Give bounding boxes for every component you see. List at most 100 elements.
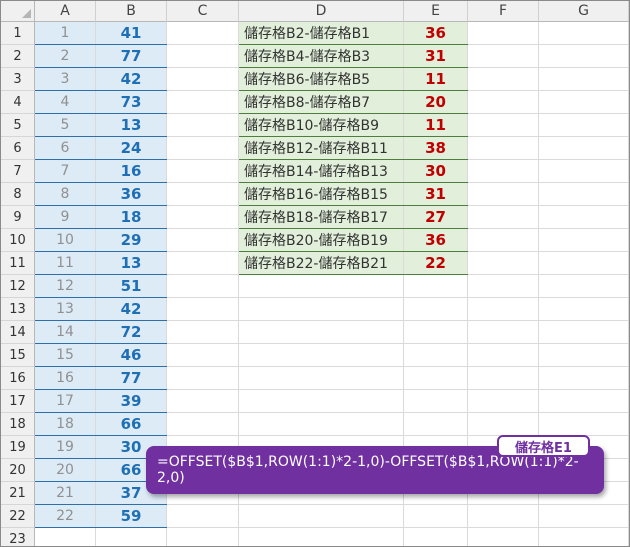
row-header[interactable]: 16 [1, 367, 35, 390]
cell-d[interactable]: 儲存格B20-儲存格B19 [239, 229, 403, 251]
column-header-g[interactable]: G [539, 1, 629, 22]
cell-a[interactable]: 22 [35, 505, 95, 527]
cell-b[interactable]: 42 [96, 298, 166, 320]
row-header[interactable]: 9 [1, 206, 35, 229]
cell-b[interactable]: 73 [96, 91, 166, 113]
cell-b[interactable]: 51 [96, 275, 166, 297]
cell-e[interactable]: 36 [404, 22, 467, 44]
cell-e[interactable]: 30 [404, 160, 467, 182]
cell-a[interactable]: 21 [35, 482, 95, 504]
cell-a[interactable]: 14 [35, 321, 95, 343]
row-header[interactable]: 10 [1, 229, 35, 252]
cell-a[interactable]: 2 [35, 45, 95, 67]
select-all-corner[interactable] [1, 1, 35, 22]
cell-e[interactable]: 27 [404, 206, 467, 228]
callout-cell-label: 儲存格E1 [497, 435, 590, 457]
cell-a[interactable]: 3 [35, 68, 95, 90]
cell-bottom-border [239, 274, 468, 275]
cell-a[interactable]: 15 [35, 344, 95, 366]
cell-a[interactable]: 18 [35, 413, 95, 435]
row-header[interactable]: 2 [1, 45, 35, 68]
cell-b[interactable]: 36 [96, 183, 166, 205]
select-all-triangle-icon [22, 9, 31, 18]
column-header-c[interactable]: C [167, 1, 239, 22]
cell-b[interactable]: 13 [96, 114, 166, 136]
row-header[interactable]: 11 [1, 252, 35, 275]
cell-a[interactable]: 13 [35, 298, 95, 320]
row-header[interactable]: 21 [1, 482, 35, 505]
cell-b[interactable]: 29 [96, 229, 166, 251]
formula-text: =OFFSET($B$1,ROW(1:1)*2-1,0)-OFFSET($B$1… [157, 454, 579, 486]
cell-e[interactable]: 11 [404, 114, 467, 136]
cell-a[interactable]: 5 [35, 114, 95, 136]
cell-e[interactable]: 22 [404, 252, 467, 274]
cell-b[interactable]: 39 [96, 390, 166, 412]
cell-e[interactable]: 36 [404, 229, 467, 251]
cell-d[interactable]: 儲存格B10-儲存格B9 [239, 114, 403, 136]
row-header[interactable]: 19 [1, 436, 35, 459]
cell-a[interactable]: 19 [35, 436, 95, 458]
cell-a[interactable]: 17 [35, 390, 95, 412]
row-header[interactable]: 5 [1, 114, 35, 137]
cell-b[interactable]: 72 [96, 321, 166, 343]
cell-d[interactable]: 儲存格B22-儲存格B21 [239, 252, 403, 274]
row-header[interactable]: 12 [1, 275, 35, 298]
row-header[interactable]: 14 [1, 321, 35, 344]
cell-b[interactable]: 77 [96, 45, 166, 67]
row-header[interactable]: 3 [1, 68, 35, 91]
cell-b[interactable]: 66 [96, 413, 166, 435]
cell-d[interactable]: 儲存格B18-儲存格B17 [239, 206, 403, 228]
row-header[interactable]: 6 [1, 137, 35, 160]
cell-e[interactable]: 31 [404, 45, 467, 67]
row-header[interactable]: 22 [1, 505, 35, 528]
cell-b[interactable]: 41 [96, 22, 166, 44]
cell-a[interactable]: 10 [35, 229, 95, 251]
cell-a[interactable]: 7 [35, 160, 95, 182]
row-header[interactable]: 8 [1, 183, 35, 206]
cell-b[interactable]: 42 [96, 68, 166, 90]
row-header[interactable]: 20 [1, 459, 35, 482]
cell-b[interactable]: 77 [96, 367, 166, 389]
spreadsheet: ABCDEFG 1 2 3 4 5 6 7 8 9 10 11 12 13 14 15 16 17 18 19 20 2… [0, 0, 630, 547]
cell-d[interactable]: 儲存格B2-儲存格B1 [239, 22, 403, 44]
cell-b[interactable]: 13 [96, 252, 166, 274]
cell-a[interactable]: 12 [35, 275, 95, 297]
row-header[interactable]: 4 [1, 91, 35, 114]
cell-b[interactable]: 24 [96, 137, 166, 159]
column-header-d[interactable]: D [239, 1, 404, 22]
cell-a[interactable]: 4 [35, 91, 95, 113]
cell-a[interactable]: 11 [35, 252, 95, 274]
cell-a[interactable]: 1 [35, 22, 95, 44]
cell-b[interactable]: 59 [96, 505, 166, 527]
cell-d[interactable]: 儲存格B16-儲存格B15 [239, 183, 403, 205]
cell-b[interactable]: 16 [96, 160, 166, 182]
cell-b[interactable]: 18 [96, 206, 166, 228]
cell-b[interactable]: 46 [96, 344, 166, 366]
row-header[interactable]: 23 [1, 528, 35, 546]
cell-d[interactable]: 儲存格B4-儲存格B3 [239, 45, 403, 67]
cell-e[interactable]: 31 [404, 183, 467, 205]
row-header[interactable]: 18 [1, 413, 35, 436]
row-header[interactable]: 15 [1, 344, 35, 367]
cell-a[interactable]: 6 [35, 137, 95, 159]
cell-d[interactable]: 儲存格B14-儲存格B13 [239, 160, 403, 182]
column-header-f[interactable]: F [468, 1, 539, 22]
cell-a[interactable]: 8 [35, 183, 95, 205]
cell-a[interactable]: 16 [35, 367, 95, 389]
column-header-e[interactable]: E [404, 1, 468, 22]
cell-e[interactable]: 20 [404, 91, 467, 113]
row-header[interactable]: 1 [1, 22, 35, 45]
cell-d[interactable]: 儲存格B6-儲存格B5 [239, 68, 403, 90]
row-header[interactable]: 17 [1, 390, 35, 413]
gridline-vertical [628, 22, 629, 546]
cell-d[interactable]: 儲存格B8-儲存格B7 [239, 91, 403, 113]
cell-d[interactable]: 儲存格B12-儲存格B11 [239, 137, 403, 159]
column-header-a[interactable]: A [35, 1, 96, 22]
row-header[interactable]: 7 [1, 160, 35, 183]
cell-e[interactable]: 11 [404, 68, 467, 90]
cell-a[interactable]: 9 [35, 206, 95, 228]
row-header[interactable]: 13 [1, 298, 35, 321]
cell-e[interactable]: 38 [404, 137, 467, 159]
cell-a[interactable]: 20 [35, 459, 95, 481]
column-header-b[interactable]: B [96, 1, 167, 22]
